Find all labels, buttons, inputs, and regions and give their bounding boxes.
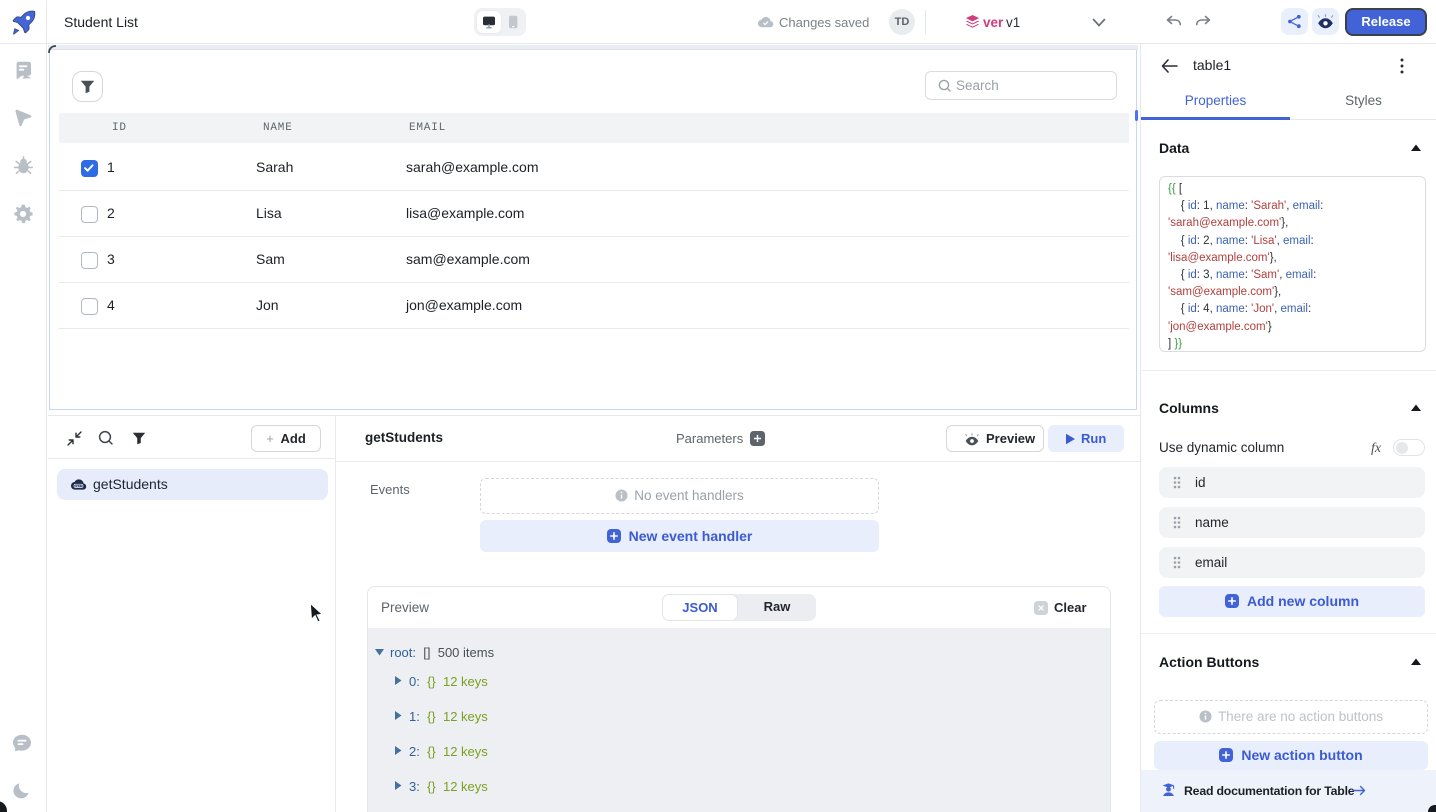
svg-text:REST: REST [75,484,82,488]
